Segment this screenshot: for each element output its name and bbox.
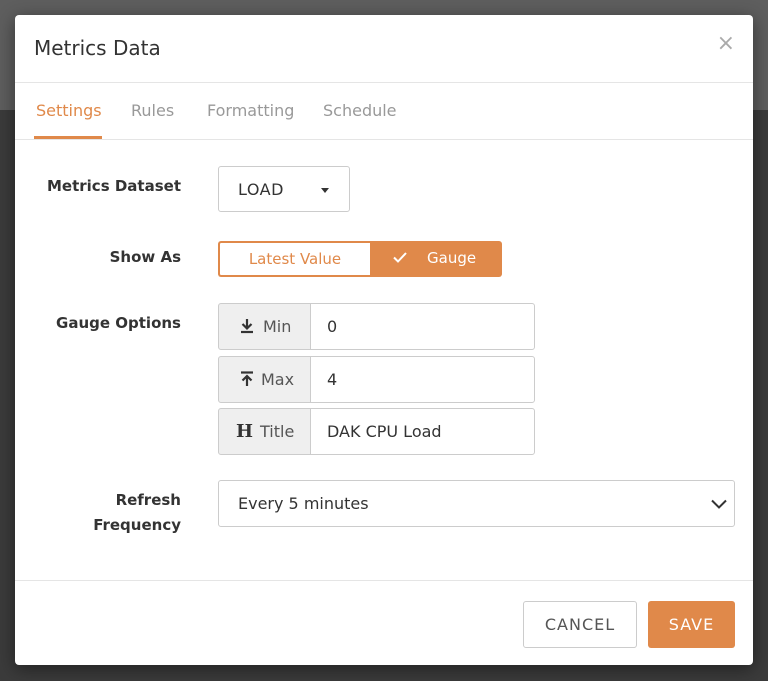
caret-down-icon (321, 188, 329, 193)
arrow-to-top-icon (239, 370, 255, 392)
gauge-min-value: 0 (327, 317, 338, 336)
tab-bar: Settings Rules Formatting Schedule (15, 83, 753, 140)
heading-icon: H (236, 421, 254, 442)
gauge-min-label: Min (263, 317, 292, 336)
refresh-frequency-label-line1: Refresh (115, 491, 181, 509)
modal-header: Metrics Data × (15, 15, 753, 83)
refresh-frequency-value: Every 5 minutes (238, 494, 369, 513)
tab-settings[interactable]: Settings (36, 101, 102, 120)
gauge-max-value: 4 (327, 370, 338, 389)
tab-formatting[interactable]: Formatting (207, 101, 294, 120)
refresh-frequency-label-line2: Frequency (93, 516, 181, 534)
metrics-dataset-dropdown[interactable]: LOAD (218, 166, 350, 212)
gauge-title-label: Title (260, 422, 295, 441)
close-icon[interactable]: × (717, 32, 735, 56)
gauge-min-addon: Min (218, 303, 311, 350)
save-button[interactable]: SAVE (648, 601, 735, 648)
active-tab-indicator (34, 136, 102, 139)
show-as-toggle: Latest Value Gauge (218, 241, 502, 277)
chevron-down-icon (710, 495, 728, 517)
cancel-button[interactable]: CANCEL (523, 601, 637, 648)
metrics-data-modal: Metrics Data × Settings Rules Formatting… (15, 15, 753, 665)
modal-title: Metrics Data (34, 36, 161, 60)
gauge-title-addon: H Title (218, 408, 311, 455)
check-icon (392, 249, 408, 269)
tab-schedule[interactable]: Schedule (323, 101, 397, 120)
metrics-dataset-value: LOAD (238, 180, 284, 199)
show-as-label: Show As (109, 248, 181, 266)
gauge-max-input[interactable]: 4 (310, 356, 535, 403)
refresh-frequency-select[interactable]: Every 5 minutes (218, 480, 735, 527)
gauge-title-group: H Title DAK CPU Load (218, 408, 535, 455)
modal-footer: CANCEL SAVE (15, 580, 753, 665)
arrow-to-bottom-icon (239, 317, 255, 339)
gauge-max-addon: Max (218, 356, 311, 403)
gauge-option-label: Gauge (427, 249, 477, 267)
gauge-max-group: Max 4 (218, 356, 535, 403)
latest-value-option[interactable]: Latest Value (218, 241, 370, 277)
tab-rules[interactable]: Rules (131, 101, 174, 120)
gauge-options-label: Gauge Options (56, 314, 181, 332)
gauge-min-input[interactable]: 0 (310, 303, 535, 350)
gauge-min-group: Min 0 (218, 303, 535, 350)
gauge-title-value: DAK CPU Load (327, 422, 442, 441)
metrics-dataset-label: Metrics Dataset (47, 177, 181, 195)
gauge-max-label: Max (261, 370, 295, 389)
gauge-option[interactable]: Gauge (370, 241, 502, 277)
gauge-title-input[interactable]: DAK CPU Load (310, 408, 535, 455)
